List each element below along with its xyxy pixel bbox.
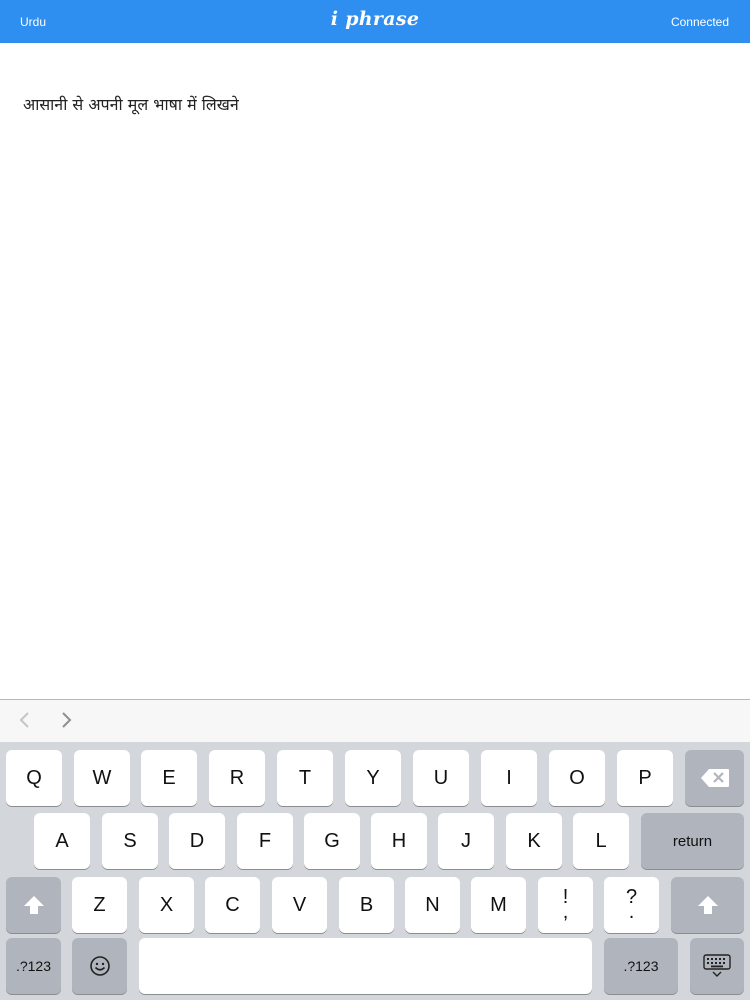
text-editor[interactable]: आसानी से अपनी मूल भाषा में लिखने xyxy=(0,43,750,699)
key-n[interactable]: N xyxy=(405,877,460,933)
shift-key-right[interactable] xyxy=(671,877,744,933)
numbers-key-left[interactable]: .?123 xyxy=(6,938,61,994)
key-s[interactable]: S xyxy=(102,813,158,869)
key-a[interactable]: A xyxy=(34,813,90,869)
key-q[interactable]: Q xyxy=(6,750,62,806)
dismiss-keyboard-key[interactable] xyxy=(690,938,744,994)
return-key[interactable]: return xyxy=(641,813,744,869)
key-z[interactable]: Z xyxy=(72,877,127,933)
chevron-left-icon[interactable] xyxy=(17,711,33,729)
connection-status: Connected xyxy=(670,15,729,29)
key-y[interactable]: Y xyxy=(345,750,401,806)
key-m[interactable]: M xyxy=(471,877,526,933)
key-d[interactable]: D xyxy=(169,813,225,869)
key-f[interactable]: F xyxy=(237,813,293,869)
on-screen-keyboard: Q W E R T Y U I O P A S D F G H J K L re… xyxy=(0,742,750,1000)
numbers-key-right[interactable]: .?123 xyxy=(604,938,678,994)
emoji-icon xyxy=(89,955,111,977)
key-i[interactable]: I xyxy=(481,750,537,806)
key-b[interactable]: B xyxy=(339,877,394,933)
key-j[interactable]: J xyxy=(438,813,494,869)
key-t[interactable]: T xyxy=(277,750,333,806)
key-h[interactable]: H xyxy=(371,813,427,869)
chevron-right-icon[interactable] xyxy=(58,711,74,729)
shift-key-left[interactable] xyxy=(6,877,61,933)
shift-icon xyxy=(23,895,45,915)
top-navigation-bar: Urdu i phrase Connected xyxy=(0,0,750,43)
backspace-icon xyxy=(700,768,730,788)
key-e[interactable]: E xyxy=(141,750,197,806)
key-o[interactable]: O xyxy=(549,750,605,806)
key-bottom-char: . xyxy=(628,901,635,923)
app-title: i phrase xyxy=(330,8,420,30)
key-p[interactable]: P xyxy=(617,750,673,806)
key-v[interactable]: V xyxy=(272,877,327,933)
key-u[interactable]: U xyxy=(413,750,469,806)
key-bottom-char: , xyxy=(562,901,569,923)
keyboard-dismiss-icon xyxy=(703,954,731,978)
key-l[interactable]: L xyxy=(573,813,629,869)
backspace-key[interactable] xyxy=(685,750,744,806)
key-exclamation-comma[interactable]: ! , xyxy=(538,877,593,933)
keyboard-accessory-bar xyxy=(0,699,750,742)
emoji-key[interactable] xyxy=(72,938,127,994)
key-g[interactable]: G xyxy=(304,813,360,869)
shift-icon xyxy=(697,895,719,915)
key-w[interactable]: W xyxy=(74,750,130,806)
key-k[interactable]: K xyxy=(506,813,562,869)
key-c[interactable]: C xyxy=(205,877,260,933)
space-bar[interactable] xyxy=(139,938,592,994)
editor-text[interactable]: आसानी से अपनी मूल भाषा में लिखने xyxy=(23,93,239,115)
key-question-period[interactable]: ? . xyxy=(604,877,659,933)
key-r[interactable]: R xyxy=(209,750,265,806)
key-x[interactable]: X xyxy=(139,877,194,933)
